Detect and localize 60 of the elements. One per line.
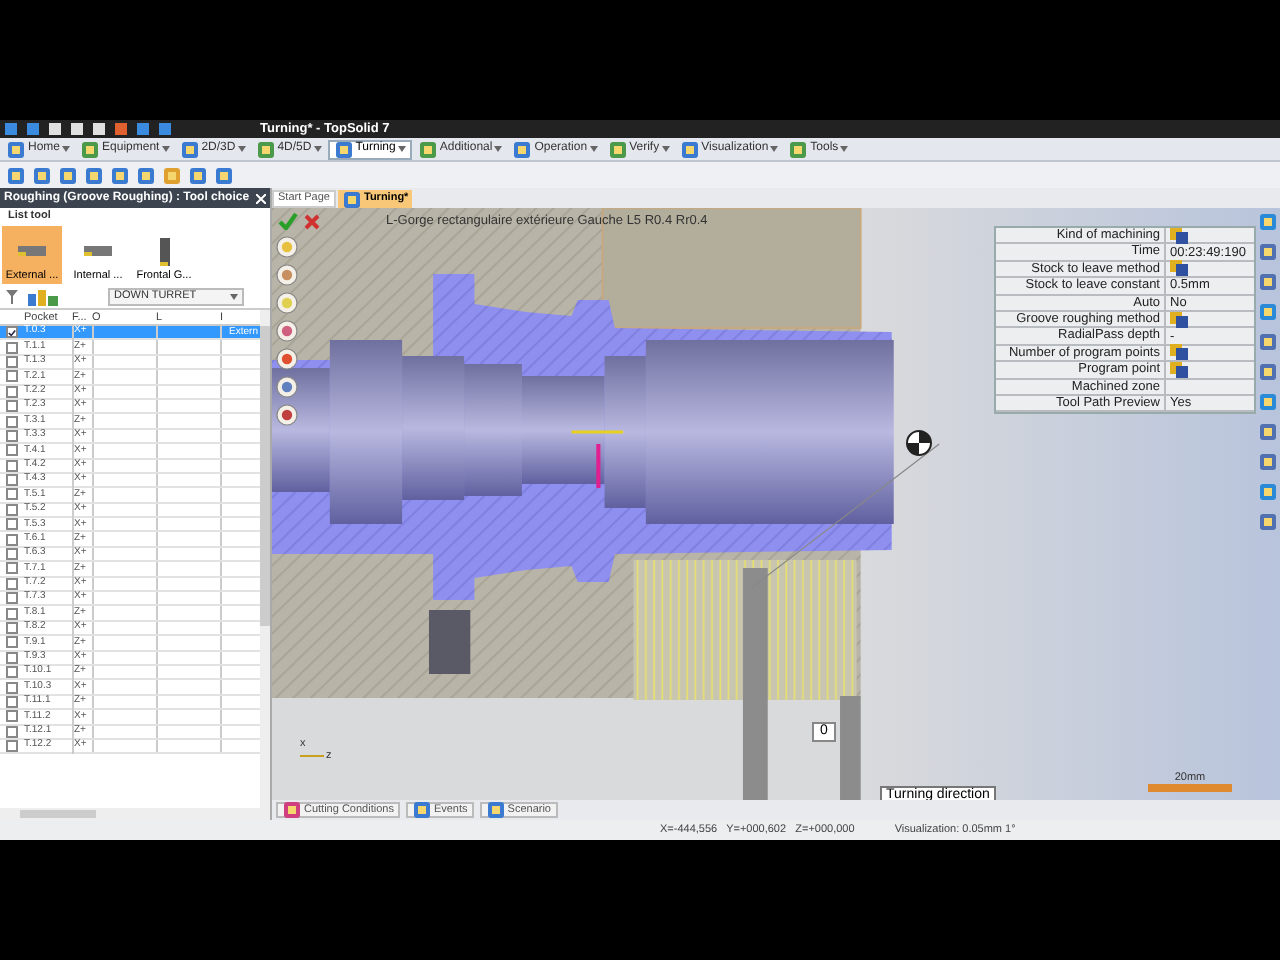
- ribbon-icon: [179, 139, 200, 159]
- ribbon-icon: [512, 139, 533, 159]
- row-checkbox[interactable]: [6, 548, 18, 561]
- tool-action-icon[interactable]: [276, 376, 298, 398]
- row-checkbox[interactable]: [6, 533, 18, 546]
- ribbon-icon: [417, 139, 438, 159]
- tab-icon: [282, 800, 302, 820]
- caret-icon: [494, 146, 503, 152]
- row-checkbox[interactable]: [6, 341, 18, 354]
- caret-icon: [62, 146, 71, 152]
- check-icon[interactable]: [278, 212, 298, 231]
- document-icon: [342, 189, 362, 209]
- tool-action-icon[interactable]: [276, 404, 298, 426]
- caret-icon: [161, 146, 170, 152]
- row-checkbox[interactable]: [6, 415, 18, 428]
- row-checkbox[interactable]: [6, 622, 18, 634]
- check-icon: [8, 327, 16, 338]
- row-checkbox[interactable]: [6, 710, 18, 723]
- ribbon-icon: [80, 139, 101, 159]
- caret-icon: [230, 293, 238, 299]
- row-checkbox[interactable]: [6, 681, 18, 694]
- tab-icon: [411, 800, 432, 820]
- axis-icon: [300, 752, 324, 760]
- caret-icon: [397, 146, 406, 152]
- row-checkbox[interactable]: [6, 444, 18, 457]
- vertical-scrollbar[interactable]: [260, 310, 270, 808]
- caret-icon: [840, 146, 849, 152]
- tool-action-icon[interactable]: [276, 264, 298, 286]
- caret-icon: [770, 146, 779, 152]
- tool-action-icon[interactable]: [276, 292, 298, 314]
- tool-action-icon[interactable]: [276, 348, 298, 370]
- caret-icon: [661, 146, 670, 152]
- row-checkbox[interactable]: [6, 592, 18, 605]
- row-checkbox[interactable]: [6, 488, 18, 501]
- tab-icon: [485, 800, 506, 820]
- scale-bar: [1148, 784, 1232, 792]
- row-checkbox[interactable]: [6, 370, 18, 383]
- row-checkbox[interactable]: [6, 400, 18, 413]
- row-checkbox[interactable]: [6, 518, 18, 531]
- tool-action-icon[interactable]: [276, 320, 298, 342]
- tool-sort-icon[interactable]: [26, 287, 62, 305]
- ribbon-icon: [6, 139, 26, 159]
- tool-action-icon[interactable]: [276, 236, 298, 258]
- caret-icon: [313, 146, 322, 152]
- row-checkbox[interactable]: [6, 636, 18, 649]
- row-checkbox[interactable]: [6, 326, 18, 339]
- ribbon-icon: [679, 139, 700, 159]
- ribbon-icon: [333, 139, 354, 159]
- caret-icon: [589, 146, 598, 152]
- row-checkbox[interactable]: [6, 562, 18, 575]
- row-checkbox[interactable]: [6, 474, 18, 487]
- row-checkbox[interactable]: [6, 607, 18, 620]
- row-checkbox[interactable]: [6, 666, 18, 679]
- row-checkbox[interactable]: [6, 740, 18, 753]
- ribbon-icon: [255, 139, 276, 159]
- ribbon-icon: [607, 139, 628, 159]
- caret-icon: [237, 146, 246, 152]
- ribbon-icon: [788, 139, 809, 159]
- filter-icon[interactable]: [6, 288, 18, 304]
- horizontal-scrollbar[interactable]: [0, 808, 270, 820]
